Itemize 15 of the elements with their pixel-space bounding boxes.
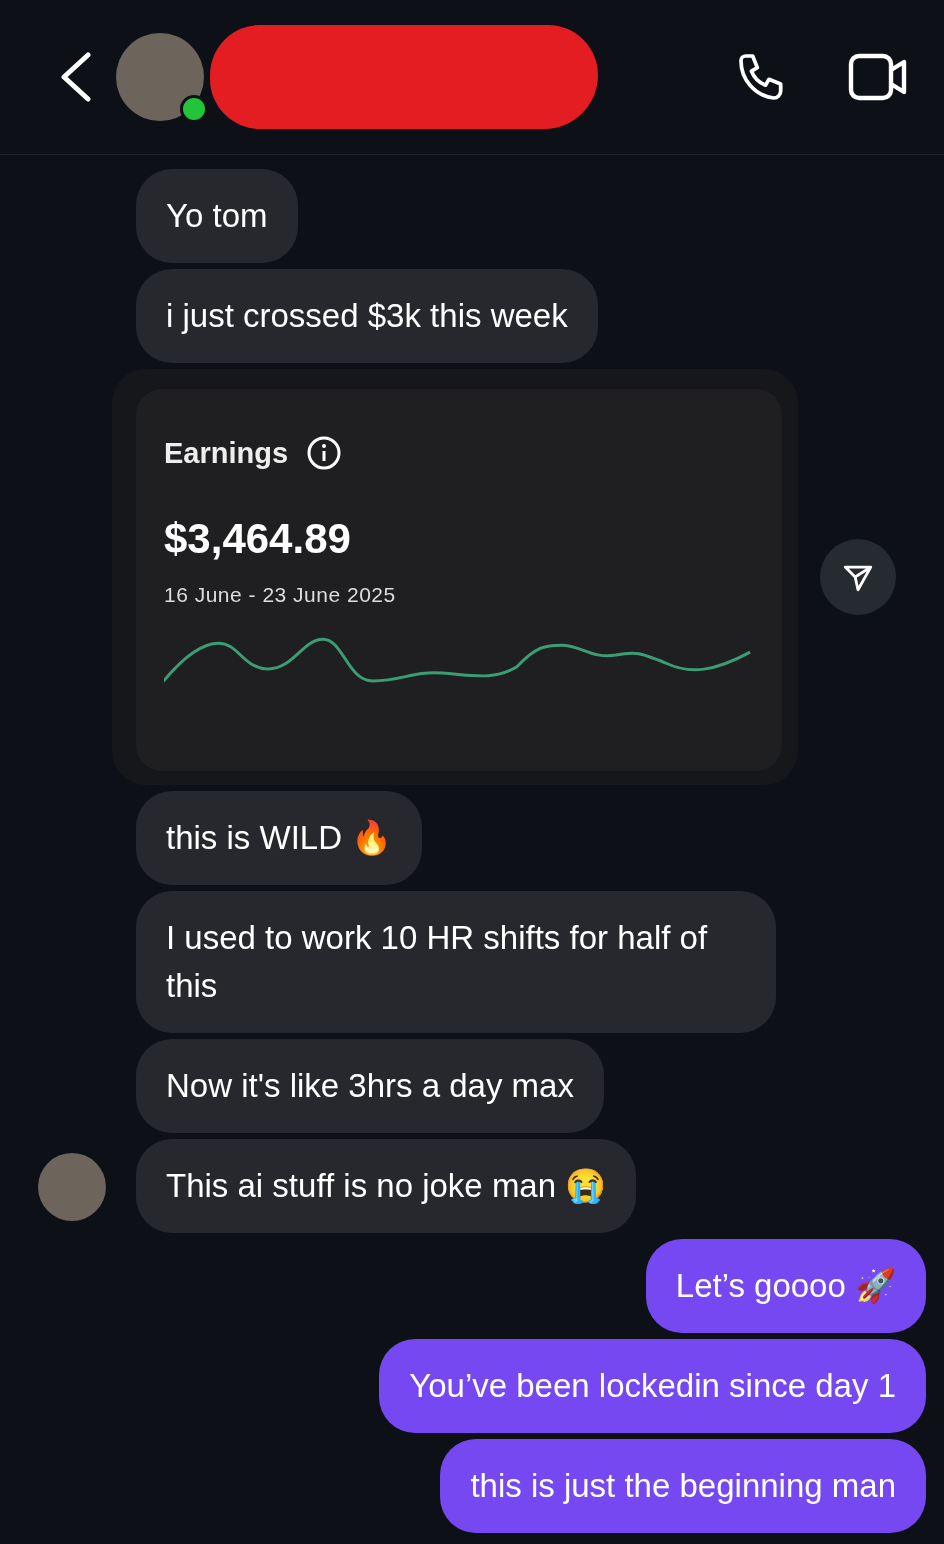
message-bubble: This ai stuff is no joke man 😭 xyxy=(136,1139,637,1233)
date-range: 16 June - 23 June 2025 xyxy=(164,583,397,607)
message-bubble: Yo tom xyxy=(136,169,298,263)
info-icon[interactable] xyxy=(306,435,343,471)
back-icon[interactable] xyxy=(58,52,92,102)
earnings-amount: $3,464.89 xyxy=(164,515,352,563)
message-bubble: this is WILD 🔥 xyxy=(136,791,423,885)
message-bubble: Let’s goooo 🚀 xyxy=(645,1239,926,1333)
message-bubble: I used to work 10 HR shifts for half of this xyxy=(136,891,776,1033)
message-bubble: Now it's like 3hrs a day max xyxy=(136,1039,604,1133)
message-bubble: this is just the beginning man xyxy=(440,1439,926,1533)
message-bubble: i just crossed $3k this week xyxy=(136,269,598,363)
message-bubble: You’ve been lockedin since day 1 xyxy=(379,1339,926,1433)
video-camera-icon[interactable] xyxy=(848,52,908,102)
card-title: Earnings xyxy=(164,436,289,470)
